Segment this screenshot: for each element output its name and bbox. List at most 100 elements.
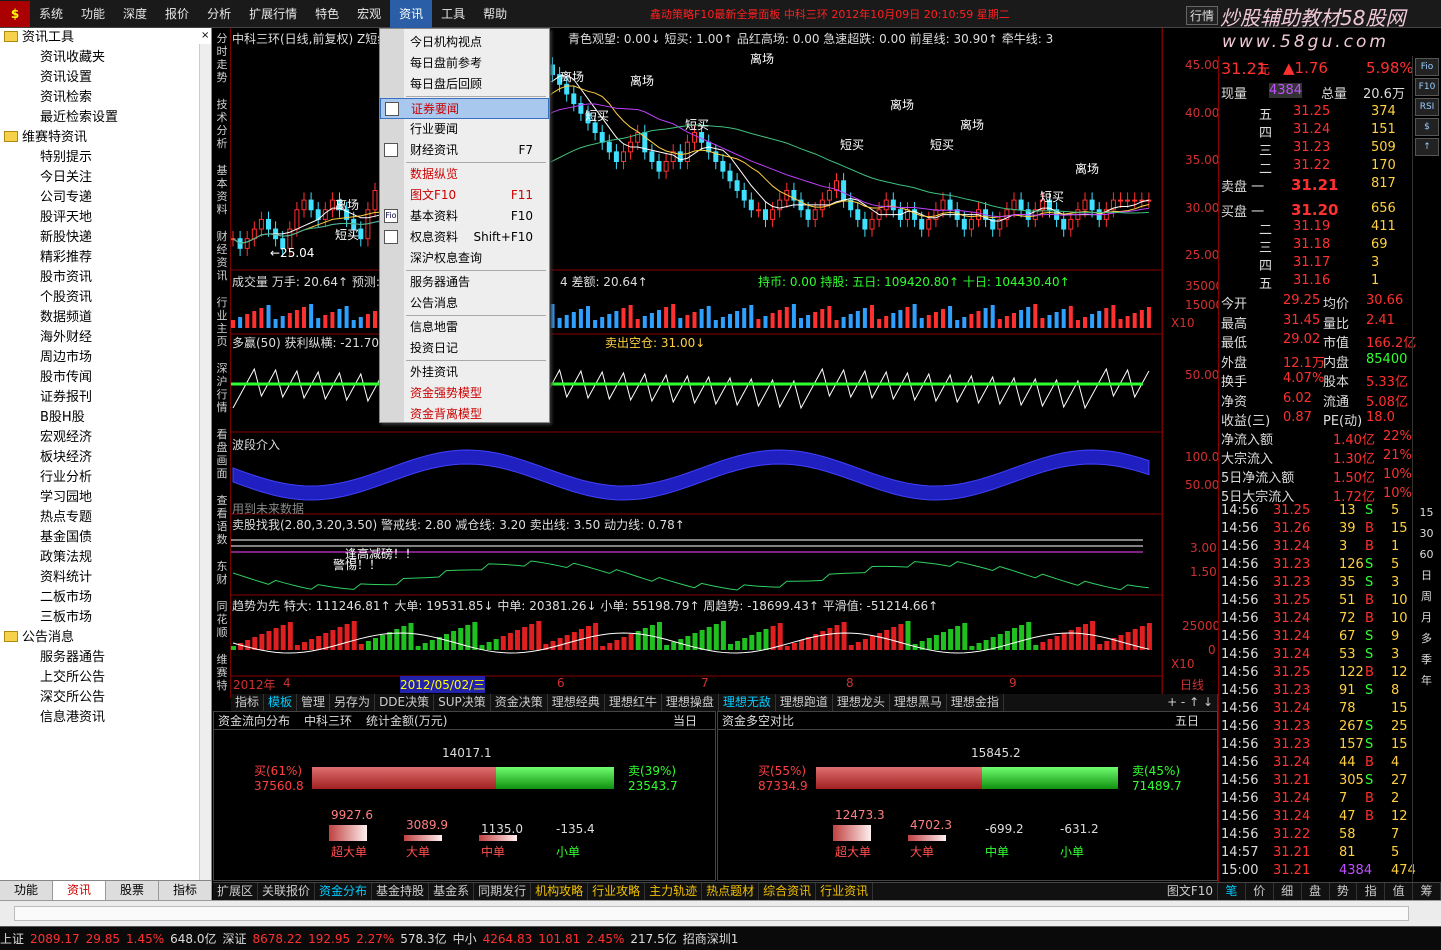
menu-item-10[interactable]: 帮助 bbox=[474, 0, 516, 28]
sidebar-item[interactable]: 深交所公告 bbox=[0, 688, 211, 708]
sidebar-item[interactable]: 海外财经 bbox=[0, 328, 211, 348]
bottom-tab[interactable]: 基金持股 bbox=[372, 883, 430, 900]
indicator-tab[interactable]: 理想金指 bbox=[947, 694, 1004, 711]
side-nav-label[interactable]: 看盘画面 bbox=[215, 428, 229, 480]
period-option[interactable]: 周 bbox=[1412, 586, 1441, 607]
dropdown-item[interactable]: 资金背离模型 bbox=[380, 404, 549, 425]
bottom-tab[interactable]: 热点题材 bbox=[702, 883, 760, 900]
dropdown-item[interactable]: 财经资讯 F7 bbox=[380, 140, 549, 161]
quote-bottom-tab[interactable]: 细 bbox=[1274, 883, 1302, 900]
menu-item-7[interactable]: 宏观 bbox=[348, 0, 390, 28]
dropdown-item[interactable]: 资金强势模型 bbox=[380, 383, 549, 404]
dropdown-item[interactable]: 行业要闻 bbox=[380, 119, 549, 140]
indicator-tab[interactable]: 理想跑道 bbox=[776, 694, 833, 711]
indicator-tab[interactable]: SUP决策 bbox=[434, 694, 491, 711]
bottom-tab[interactable]: 图文F10 bbox=[1163, 883, 1218, 900]
quote-toggle-button[interactable]: 行情 bbox=[1186, 6, 1219, 25]
side-nav-label[interactable]: 技术分析 bbox=[215, 98, 229, 150]
dropdown-item[interactable]: 每日盘前参考 bbox=[380, 53, 549, 74]
zoom-in-icon[interactable]: + - ↑ ↓ bbox=[1163, 694, 1218, 711]
quote-bottom-tab[interactable]: 筹 bbox=[1413, 883, 1441, 900]
sidebar-item[interactable]: 上交所公告 bbox=[0, 668, 211, 688]
period-option[interactable]: 日 bbox=[1412, 565, 1441, 586]
sidebar-item[interactable]: 服务器通告 bbox=[0, 648, 211, 668]
dropdown-item[interactable]: 服务器通告 bbox=[380, 272, 549, 293]
menu-item-9[interactable]: 工具 bbox=[432, 0, 474, 28]
sidebar-item[interactable]: 二板市场 bbox=[0, 588, 211, 608]
bottom-tab[interactable]: 综合资讯 bbox=[759, 883, 817, 900]
sidebar-item[interactable]: 板块经济 bbox=[0, 448, 211, 468]
dropdown-item[interactable]: 信息地雷 bbox=[380, 317, 549, 338]
tool-icon[interactable]: $ bbox=[1415, 118, 1439, 136]
bottom-tab[interactable]: 同期发行 bbox=[474, 883, 532, 900]
dropdown-item[interactable]: 数据纵览 bbox=[380, 164, 549, 185]
menu-item-8[interactable]: 资讯 bbox=[390, 0, 433, 28]
period-option[interactable]: 季 bbox=[1412, 649, 1441, 670]
sidebar-item[interactable]: 资讯收藏夹 bbox=[0, 48, 211, 68]
indicator-tab[interactable]: 资金决策 bbox=[491, 694, 548, 711]
bottom-tab[interactable]: 行业攻略 bbox=[588, 883, 646, 900]
indicator-tab[interactable]: 指标 bbox=[231, 694, 265, 711]
quote-bottom-tab[interactable]: 价 bbox=[1246, 883, 1274, 900]
dropdown-item[interactable]: 外挂资讯 bbox=[380, 362, 549, 383]
sidebar-scrollbar[interactable] bbox=[199, 44, 211, 880]
bottom-tab[interactable]: 资金分布 bbox=[315, 883, 373, 900]
period-option[interactable]: 60 bbox=[1412, 544, 1441, 565]
bottom-tab[interactable]: 主力轨迹 bbox=[645, 883, 703, 900]
sidebar-item[interactable]: 特别提示 bbox=[0, 148, 211, 168]
period-option[interactable]: 30 bbox=[1412, 523, 1441, 544]
period-option[interactable]: 年 bbox=[1412, 670, 1441, 691]
sidebar-tab[interactable]: 功能 bbox=[0, 881, 53, 900]
indicator-tab[interactable]: 理想无敌 bbox=[719, 694, 776, 711]
scrollbar-thumb[interactable] bbox=[14, 906, 1409, 921]
indicator-tab[interactable]: DDE决策 bbox=[375, 694, 435, 711]
sidebar-item[interactable]: 资料统计 bbox=[0, 568, 211, 588]
bottom-tab[interactable]: 基金系 bbox=[429, 883, 475, 900]
dropdown-item[interactable]: 每日盘后回顾 bbox=[380, 74, 549, 95]
tool-icon[interactable]: RSI bbox=[1415, 98, 1439, 116]
sidebar-item[interactable]: 精彩推荐 bbox=[0, 248, 211, 268]
panel-period[interactable]: 当日 bbox=[673, 712, 697, 730]
indicator-tab[interactable]: 理想经典 bbox=[548, 694, 605, 711]
horizontal-scrollbar[interactable] bbox=[0, 900, 1441, 926]
period-option[interactable]: 多 bbox=[1412, 628, 1441, 649]
sidebar-item[interactable]: 资讯检索 bbox=[0, 88, 211, 108]
menu-item-1[interactable]: 功能 bbox=[72, 0, 114, 28]
indicator-tab[interactable]: 模板 bbox=[264, 694, 298, 711]
side-nav-label[interactable]: 同花顺 bbox=[215, 600, 229, 639]
sidebar-group[interactable]: 公告消息 bbox=[0, 628, 211, 648]
menu-item-3[interactable]: 报价 bbox=[156, 0, 198, 28]
sidebar-group[interactable]: 维赛特资讯 bbox=[0, 128, 211, 148]
sidebar-item[interactable]: 信息港资讯 bbox=[0, 708, 211, 728]
sidebar-item[interactable]: 基金国债 bbox=[0, 528, 211, 548]
sidebar-item[interactable]: 资讯设置 bbox=[0, 68, 211, 88]
bottom-tab[interactable]: 扩展区 bbox=[213, 883, 259, 900]
dropdown-item[interactable]: 深沪权息查询 bbox=[380, 248, 549, 269]
sidebar-item[interactable]: 公司专递 bbox=[0, 188, 211, 208]
sidebar-group[interactable]: 资讯工具 bbox=[0, 28, 211, 48]
dropdown-item[interactable]: 证券要闻 bbox=[380, 98, 549, 119]
sidebar-item[interactable]: 宏观经济 bbox=[0, 428, 211, 448]
sidebar-item[interactable]: 个股资讯 bbox=[0, 288, 211, 308]
side-nav-label[interactable]: 维赛特 bbox=[215, 653, 229, 692]
side-nav-label[interactable]: 财经资讯 bbox=[215, 230, 229, 282]
bottom-tab[interactable]: 机构攻略 bbox=[531, 883, 589, 900]
side-nav-label[interactable]: 分时走势 bbox=[215, 32, 229, 84]
sidebar-item[interactable]: 股市传闻 bbox=[0, 368, 211, 388]
sidebar-item[interactable]: 数据频道 bbox=[0, 308, 211, 328]
sidebar-tab[interactable]: 指标 bbox=[159, 881, 212, 900]
menu-item-0[interactable]: 系统 bbox=[30, 0, 72, 28]
dropdown-item[interactable]: 权息资料 Shift+F10 bbox=[380, 227, 549, 248]
tool-icon[interactable]: Fio bbox=[1415, 58, 1439, 76]
side-nav-label[interactable]: 基本资料 bbox=[215, 164, 229, 216]
quote-bottom-tab[interactable]: 值 bbox=[1385, 883, 1414, 900]
indicator-tab[interactable]: 管理 bbox=[297, 694, 331, 711]
side-nav-label[interactable]: 行业主页 bbox=[215, 296, 229, 348]
sidebar-tab[interactable]: 资讯 bbox=[53, 881, 106, 900]
sidebar-item[interactable]: 政策法规 bbox=[0, 548, 211, 568]
sidebar-item[interactable]: 行业分析 bbox=[0, 468, 211, 488]
sidebar-item[interactable]: 周边市场 bbox=[0, 348, 211, 368]
sidebar-tab[interactable]: 股票 bbox=[106, 881, 159, 900]
dropdown-item[interactable]: Fio 基本资料 F10 bbox=[380, 206, 549, 227]
sidebar-item[interactable]: 今日关注 bbox=[0, 168, 211, 188]
